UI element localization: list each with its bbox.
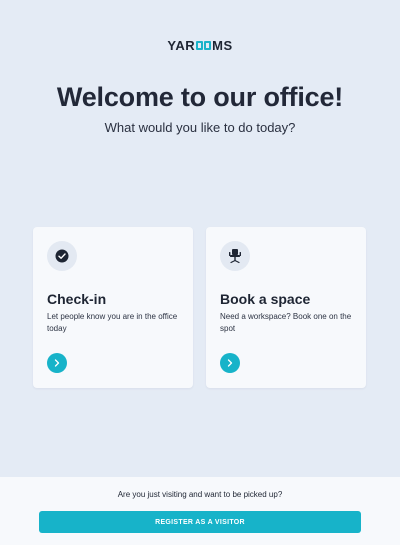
yaroomas-logo: YAR MS (0, 38, 400, 53)
chevron-right-icon (227, 359, 233, 367)
check-in-description: Let people know you are in the office to… (47, 312, 178, 333)
check-in-title: Check-in (47, 291, 107, 307)
check-in-card[interactable]: Check-in Let people know you are in the … (33, 227, 193, 388)
welcome-page: YAR MS Welcome to our office! What would… (0, 0, 400, 545)
visitor-prompt: Are you just visiting and want to be pic… (117, 490, 283, 499)
book-space-title: Book a space (220, 291, 311, 307)
check-circle-icon (47, 241, 77, 271)
visitor-footer: Are you just visiting and want to be pic… (0, 477, 400, 545)
logo-text-left: YAR (167, 38, 196, 53)
book-space-description: Need a workspace? Book one on the spot (220, 312, 352, 333)
book-space-card[interactable]: Book a space Need a workspace? Book one … (206, 227, 366, 388)
page-title: Welcome to our office! (56, 82, 344, 112)
book-space-button[interactable] (220, 353, 240, 373)
logo-text-right: MS (212, 38, 233, 53)
page-subtitle: What would you like to do today? (104, 120, 296, 135)
register-visitor-button[interactable]: REGISTER AS A VISITOR (39, 511, 361, 533)
office-chair-icon (220, 241, 250, 271)
check-in-button[interactable] (47, 353, 67, 373)
logo-oo-mark (196, 41, 212, 50)
chevron-right-icon (54, 359, 60, 367)
